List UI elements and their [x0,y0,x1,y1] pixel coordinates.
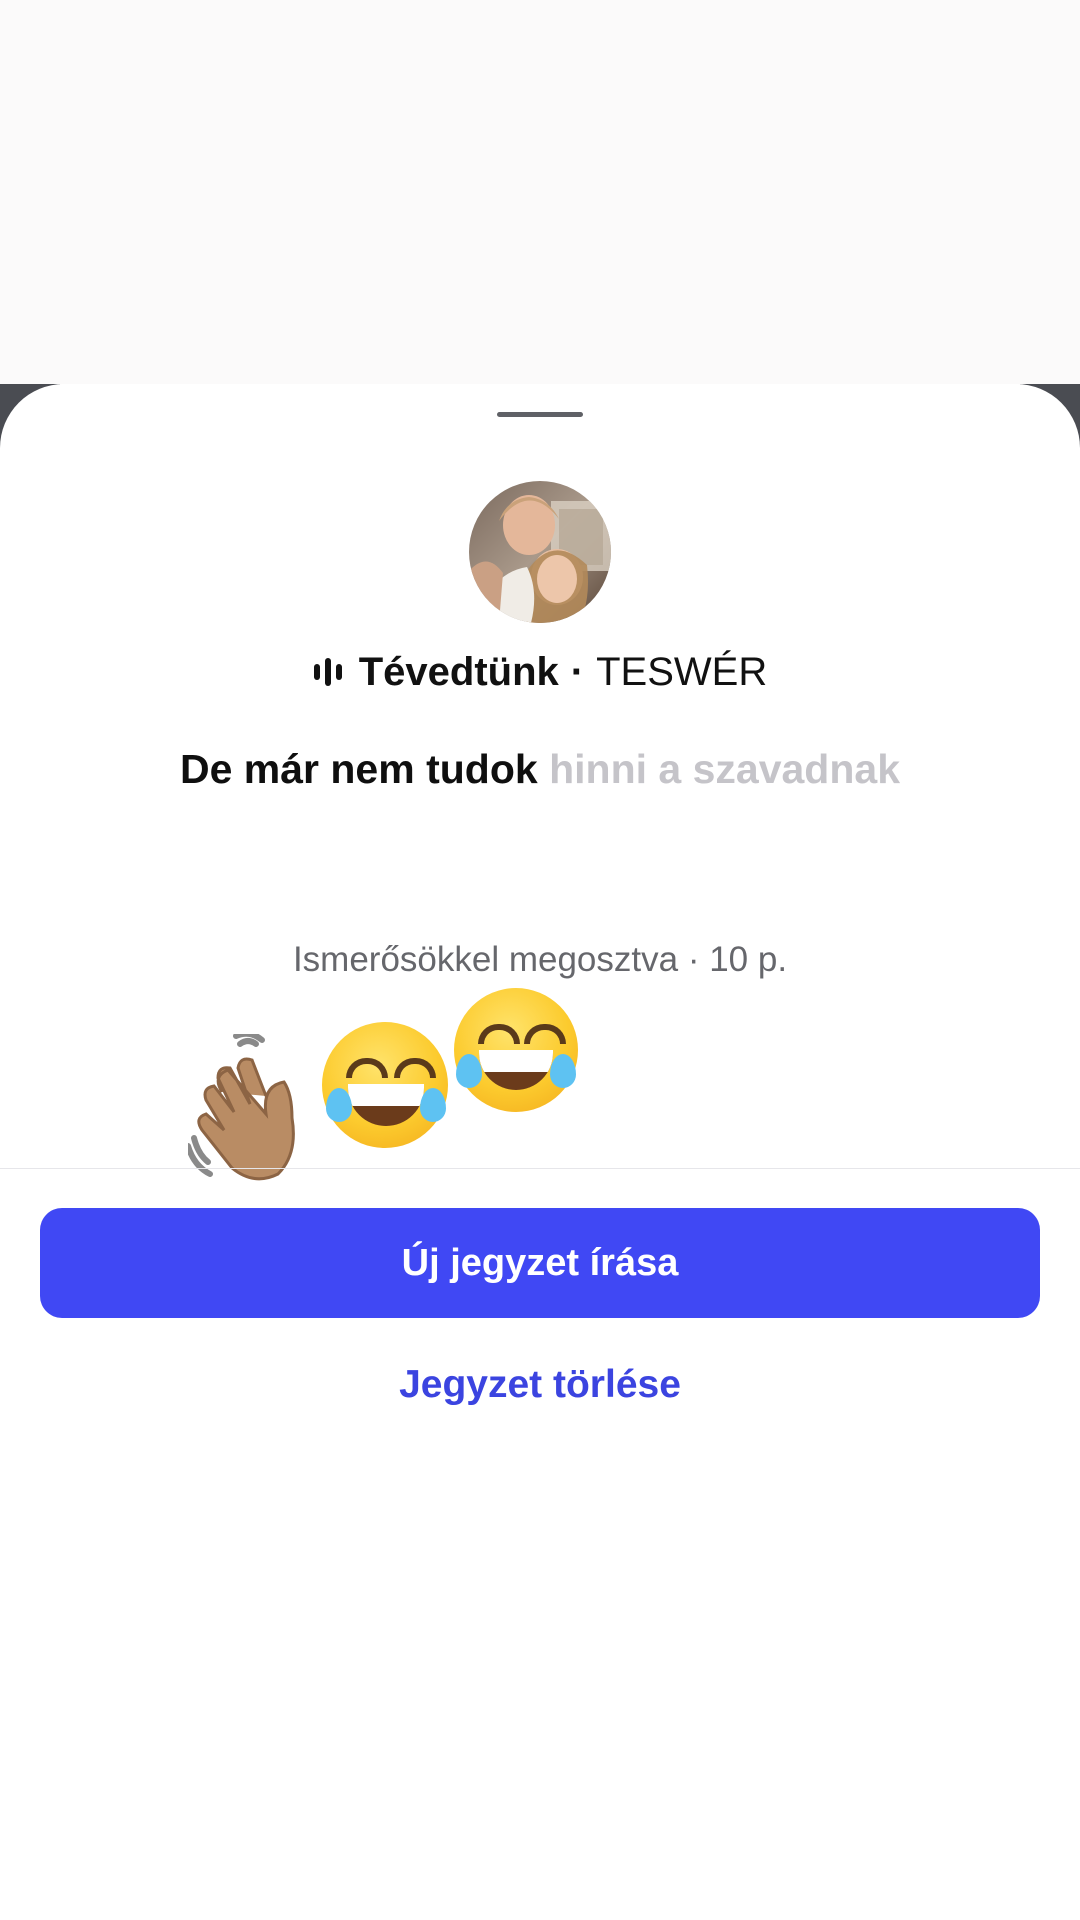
lyric-text: De már nem tudok hinni a szavadnak [0,746,1080,793]
share-info: Ismerősökkel megosztva · 10 p. [292,940,788,979]
lyric-sung: De már nem tudok [179,746,538,792]
dimmed-background[interactable] [0,0,1080,386]
tears-of-joy-icon [322,1022,448,1148]
avatar[interactable] [469,481,611,623]
delete-note-button[interactable]: Jegyzet törlése [290,1355,790,1415]
song-artist: TESWÉR [596,649,768,694]
waving-hand-icon [185,1030,328,1184]
lyric-pending: hinni a szavadnak [549,746,900,792]
note-bottom-sheet: Tévedtünk · TESWÉR De már nem tudok hinn… [0,384,1080,1920]
profile-photo [469,481,611,623]
new-note-button[interactable]: Új jegyzet írása [40,1208,1040,1318]
audio-bars-icon [313,658,343,686]
tears-of-joy-icon [454,988,578,1112]
song-title: Tévedtünk [358,649,559,694]
divider [0,1168,1080,1169]
song-separator: · [570,649,585,694]
song-info[interactable]: Tévedtünk · TESWÉR [0,644,1080,700]
sheet-grabber-handle[interactable] [497,412,583,417]
